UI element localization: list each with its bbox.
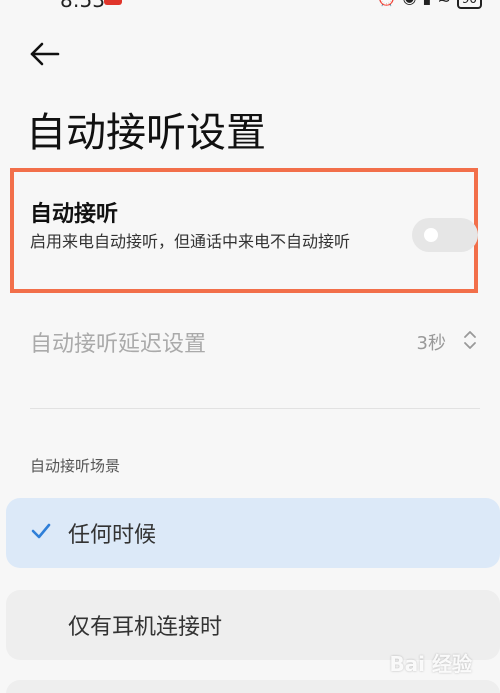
battery-icon: 90 xyxy=(456,0,482,9)
scene-option-label: 仅有耳机连接时 xyxy=(68,615,223,640)
delay-setting-row[interactable]: 自动接听延迟设置 3秒 xyxy=(0,318,500,364)
divider xyxy=(30,408,480,409)
delay-label: 自动接听延迟设置 xyxy=(30,332,207,357)
watermark-logo: Bai 经验 xyxy=(389,652,472,676)
toggle-knob xyxy=(424,228,438,242)
notification-app-icon xyxy=(104,0,122,5)
page-title: 自动接听设置 xyxy=(26,110,266,156)
scene-option-partial[interactable] xyxy=(6,680,500,693)
auto-answer-description: 启用来电自动接听，但通话中来电不自动接听 xyxy=(30,232,351,251)
wifi-icon: ≋ xyxy=(437,0,456,7)
back-button[interactable] xyxy=(26,36,66,72)
alarm-icon: ⏰ xyxy=(377,0,403,7)
location-icon: ◉ xyxy=(403,0,423,7)
scene-option-label: 任何时候 xyxy=(68,523,157,548)
status-icons: ⏰◉▮≋90 xyxy=(377,0,482,9)
signal-icon: ▮ xyxy=(423,0,438,7)
checkmark-icon xyxy=(31,523,51,539)
screen: 8:53 ⏰◉▮≋90 自动接听设置 自动接听 启用来电自动接听，但通话中来电不… xyxy=(0,0,500,693)
status-time: 8:53 xyxy=(60,0,105,12)
scene-option-anytime[interactable]: 任何时候 xyxy=(6,498,500,568)
auto-answer-label: 自动接听 xyxy=(30,202,119,227)
status-bar: 8:53 ⏰◉▮≋90 xyxy=(0,0,500,12)
arrow-left-icon xyxy=(30,42,60,66)
scene-section-title: 自动接听场景 xyxy=(30,457,121,475)
chevron-up-down-icon xyxy=(464,331,476,349)
delay-value: 3秒 xyxy=(416,333,446,354)
auto-answer-toggle[interactable] xyxy=(412,218,478,252)
